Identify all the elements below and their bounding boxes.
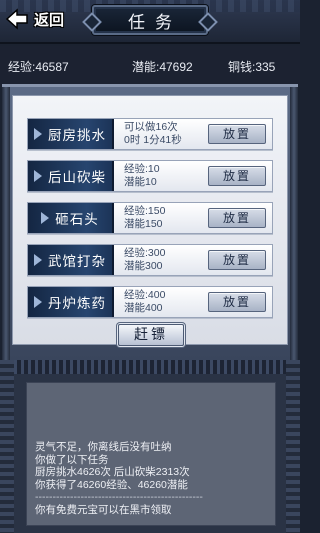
place-button[interactable]: 放置 (208, 250, 266, 270)
place-button[interactable]: 放置 (208, 124, 266, 144)
task-info: 经验:300 潜能300 (124, 247, 220, 275)
task-info-line2: 潜能150 (124, 218, 163, 230)
task-list: 厨房挑水 可以做16次 0时 1分41秒 放置 后山砍柴 经验:10 潜能10 … (12, 95, 288, 345)
arrow-marker-icon (34, 253, 44, 267)
task-name-plate: 厨房挑水 (28, 119, 114, 149)
task-row: 砸石头 经验:150 潜能150 放置 (27, 202, 273, 234)
log-line: 灵气不足，你离线后没有吐纳 (35, 441, 172, 453)
place-button[interactable]: 放置 (208, 208, 266, 228)
task-info-line1: 经验:150 (124, 205, 166, 217)
potential-stat: 潜能:47692 (132, 60, 193, 74)
log-separator: ----------------------------------------… (35, 491, 203, 504)
escort-button[interactable]: 赶镖 (118, 324, 184, 346)
arrow-marker-icon (34, 169, 44, 183)
task-name-plate: 后山砍柴 (28, 161, 114, 191)
left-pillar (2, 87, 10, 363)
task-info-line1: 经验:10 (124, 163, 160, 175)
money-stat: 铜钱:335 (228, 60, 276, 74)
task-info-line1: 经验:400 (124, 289, 166, 301)
place-button[interactable]: 放置 (208, 166, 266, 186)
task-info-line2: 潜能300 (124, 260, 163, 272)
task-info-line1: 可以做16次 (124, 121, 178, 133)
task-row: 后山砍柴 经验:10 潜能10 放置 (27, 160, 273, 192)
task-info: 经验:400 潜能400 (124, 289, 220, 317)
log-line: 你获得了46260经验、46260潜能 (35, 478, 188, 491)
task-info: 可以做16次 0时 1分41秒 (124, 121, 220, 149)
log-line: 厨房挑水4626次 后山砍柴2313次 (35, 466, 190, 479)
task-row: 武馆打杂 经验:300 潜能300 放置 (27, 244, 273, 276)
task-name-plate: 丹炉炼药 (28, 287, 114, 317)
log-line: 你有免费元宝可以在黑市领取 (35, 503, 172, 516)
task-name: 砸石头 (55, 212, 99, 228)
stats-bar: 经验:46587 潜能:47692 铜钱:335 (0, 46, 300, 86)
task-info-line2: 潜能10 (124, 176, 157, 188)
right-post (286, 360, 300, 533)
task-info-line2: 潜能400 (124, 302, 163, 314)
task-info-line2: 0时 1分41秒 (124, 134, 182, 146)
task-name: 后山砍柴 (48, 170, 106, 186)
task-row: 厨房挑水 可以做16次 0时 1分41秒 放置 (27, 118, 273, 150)
arrow-marker-icon (34, 127, 44, 141)
message-log: 灵气不足，你离线后没有吐纳 你做了以下任务 厨房挑水4626次 后山砍柴2313… (26, 382, 276, 526)
task-name: 武馆打杂 (48, 254, 106, 270)
back-arrow-icon (4, 7, 30, 31)
place-button[interactable]: 放置 (208, 292, 266, 312)
top-beam (0, 360, 300, 374)
page-title: 任务 (128, 12, 182, 33)
task-info: 经验:10 潜能10 (124, 163, 220, 191)
back-label: 返回 (34, 10, 65, 29)
title-plate: 任务 (92, 5, 208, 35)
arrow-marker-icon (41, 211, 51, 225)
log-line: 你做了以下任务 (35, 453, 109, 466)
task-info-line1: 经验:300 (124, 247, 166, 259)
experience-stat: 经验:46587 (8, 60, 69, 74)
task-name: 丹炉炼药 (48, 296, 106, 312)
back-button[interactable]: 返回 (4, 6, 78, 32)
left-post (0, 360, 14, 533)
log-panel-frame: 灵气不足，你离线后没有吐纳 你做了以下任务 厨房挑水4626次 后山砍柴2313… (0, 360, 300, 533)
task-name: 厨房挑水 (48, 128, 106, 144)
task-info: 经验:150 潜能150 (124, 205, 220, 233)
task-name-plate: 武馆打杂 (28, 245, 114, 275)
task-panel-frame: 厨房挑水 可以做16次 0时 1分41秒 放置 后山砍柴 经验:10 潜能10 … (2, 84, 298, 363)
top-header: 返回 任务 (0, 0, 300, 44)
arrow-marker-icon (34, 295, 44, 309)
right-pillar (290, 87, 298, 363)
task-name-plate: 砸石头 (28, 203, 114, 233)
task-row: 丹炉炼药 经验:400 潜能400 放置 (27, 286, 273, 318)
